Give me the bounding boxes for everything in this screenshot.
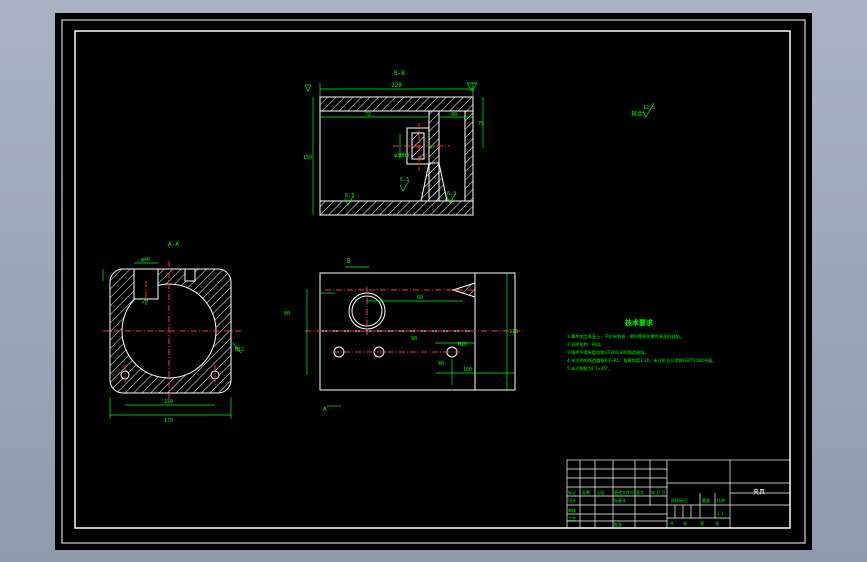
- svg-text:审核: 审核: [568, 507, 576, 513]
- section-right-web: [464, 110, 474, 202]
- svg-text:60: 60: [417, 295, 423, 301]
- svg-text:6.3: 6.3: [345, 193, 354, 199]
- svg-text:工艺: 工艺: [568, 516, 576, 521]
- svg-text:批准: 批准: [614, 521, 622, 527]
- svg-text:72: 72: [365, 112, 371, 118]
- svg-text:90: 90: [411, 336, 417, 342]
- tech-requirements: 技术要求 1.零件加工表面上，不应有划痕、擦伤等损伤零件表面的缺陷。 2.去除毛…: [567, 318, 716, 372]
- svg-text:共: 共: [670, 520, 674, 526]
- svg-text:5.未注倒角为C1×45°。: 5.未注倒角为C1×45°。: [567, 365, 613, 372]
- svg-text:年 月 日: 年 月 日: [651, 489, 666, 495]
- svg-text:M10: M10: [458, 342, 467, 348]
- svg-text:116: 116: [509, 329, 518, 335]
- title-block-grid-mid: [674, 493, 716, 518]
- svg-text:标准化: 标准化: [614, 497, 626, 503]
- section-top-wall: [319, 96, 474, 112]
- front-view[interactable]: B A 80 116 60 M10 90 40 100: [284, 258, 525, 413]
- svg-text:比例: 比例: [717, 497, 725, 503]
- svg-text:1:1: 1:1: [717, 511, 724, 516]
- svg-text:20: 20: [142, 299, 148, 305]
- svg-text:6.3: 6.3: [400, 177, 409, 183]
- svg-text:4.未注明的铸造圆角R3~R5，拔模斜度1:20，未注形位公: 4.未注明的铸造圆角R3~R5，拔模斜度1:20，未注形位公差按GB/T1184…: [567, 357, 716, 364]
- svg-text:2.去除毛刺、锐边。: 2.去除毛刺、锐边。: [567, 341, 605, 348]
- svg-text:设计: 设计: [568, 497, 576, 503]
- svg-text:80: 80: [451, 112, 457, 118]
- svg-text:φ40: φ40: [141, 257, 150, 263]
- svg-text:3.铸件不得有裂纹和HT200-300铸造缺陷。: 3.铸件不得有裂纹和HT200-300铸造缺陷。: [567, 349, 649, 356]
- side-view-label: A-A: [168, 241, 179, 248]
- svg-text:1.零件加工表面上，不应有划痕、擦伤等损伤零件表面的缺陷。: 1.零件加工表面上，不应有划痕、擦伤等损伤零件表面的缺陷。: [567, 333, 684, 340]
- svg-text:处数: 处数: [582, 489, 590, 495]
- section-web-rib: [420, 162, 448, 202]
- svg-text:标记: 标记: [568, 489, 576, 495]
- svg-text:80: 80: [284, 311, 290, 317]
- side-view-aa[interactable]: A-A φ40 20 170 150 M12: [102, 241, 244, 424]
- svg-text:其余: 其余: [631, 110, 643, 118]
- svg-text:夹具: 夹具: [753, 488, 765, 496]
- svg-text:220: 220: [391, 82, 402, 89]
- svg-text:150: 150: [164, 399, 173, 405]
- cut-label-a: A: [323, 406, 327, 413]
- cut-label-b: B: [347, 258, 351, 265]
- svg-text:更改文件号: 更改文件号: [614, 489, 634, 495]
- svg-text:阶段标记: 阶段标记: [671, 497, 687, 503]
- svg-text:M12: M12: [235, 347, 244, 353]
- drawing-sheet: B-B 220 72 80 76 150 30 φ30H8 6.3 6.3 6.…: [61, 19, 806, 544]
- svg-text:100: 100: [463, 367, 472, 373]
- section-view-label: B-B: [394, 70, 405, 77]
- svg-text:30: 30: [428, 145, 434, 151]
- svg-text:重量: 重量: [702, 497, 710, 503]
- general-roughness-mark: 其余 12.5: [631, 102, 655, 118]
- svg-text:150: 150: [303, 155, 312, 161]
- svg-text:40: 40: [438, 361, 444, 367]
- svg-text:170: 170: [164, 418, 173, 424]
- section-view-bb[interactable]: B-B 220 72 80 76 150 30 φ30H8 6.3 6.3 6.…: [303, 70, 484, 216]
- svg-text:张: 张: [715, 520, 719, 526]
- svg-text:第: 第: [700, 520, 704, 526]
- cad-viewport[interactable]: B-B 220 72 80 76 150 30 φ30H8 6.3 6.3 6.…: [55, 13, 812, 550]
- svg-text:签名: 签名: [636, 489, 644, 495]
- svg-text:φ30H8: φ30H8: [394, 153, 409, 159]
- tech-requirements-title: 技术要求: [625, 318, 654, 327]
- front-centerlines: [305, 287, 525, 353]
- svg-text:12.5: 12.5: [643, 105, 655, 111]
- svg-text:76: 76: [478, 121, 484, 127]
- svg-text:分区: 分区: [597, 489, 605, 495]
- svg-text:张: 张: [683, 520, 687, 526]
- svg-text:6.3: 6.3: [447, 191, 456, 197]
